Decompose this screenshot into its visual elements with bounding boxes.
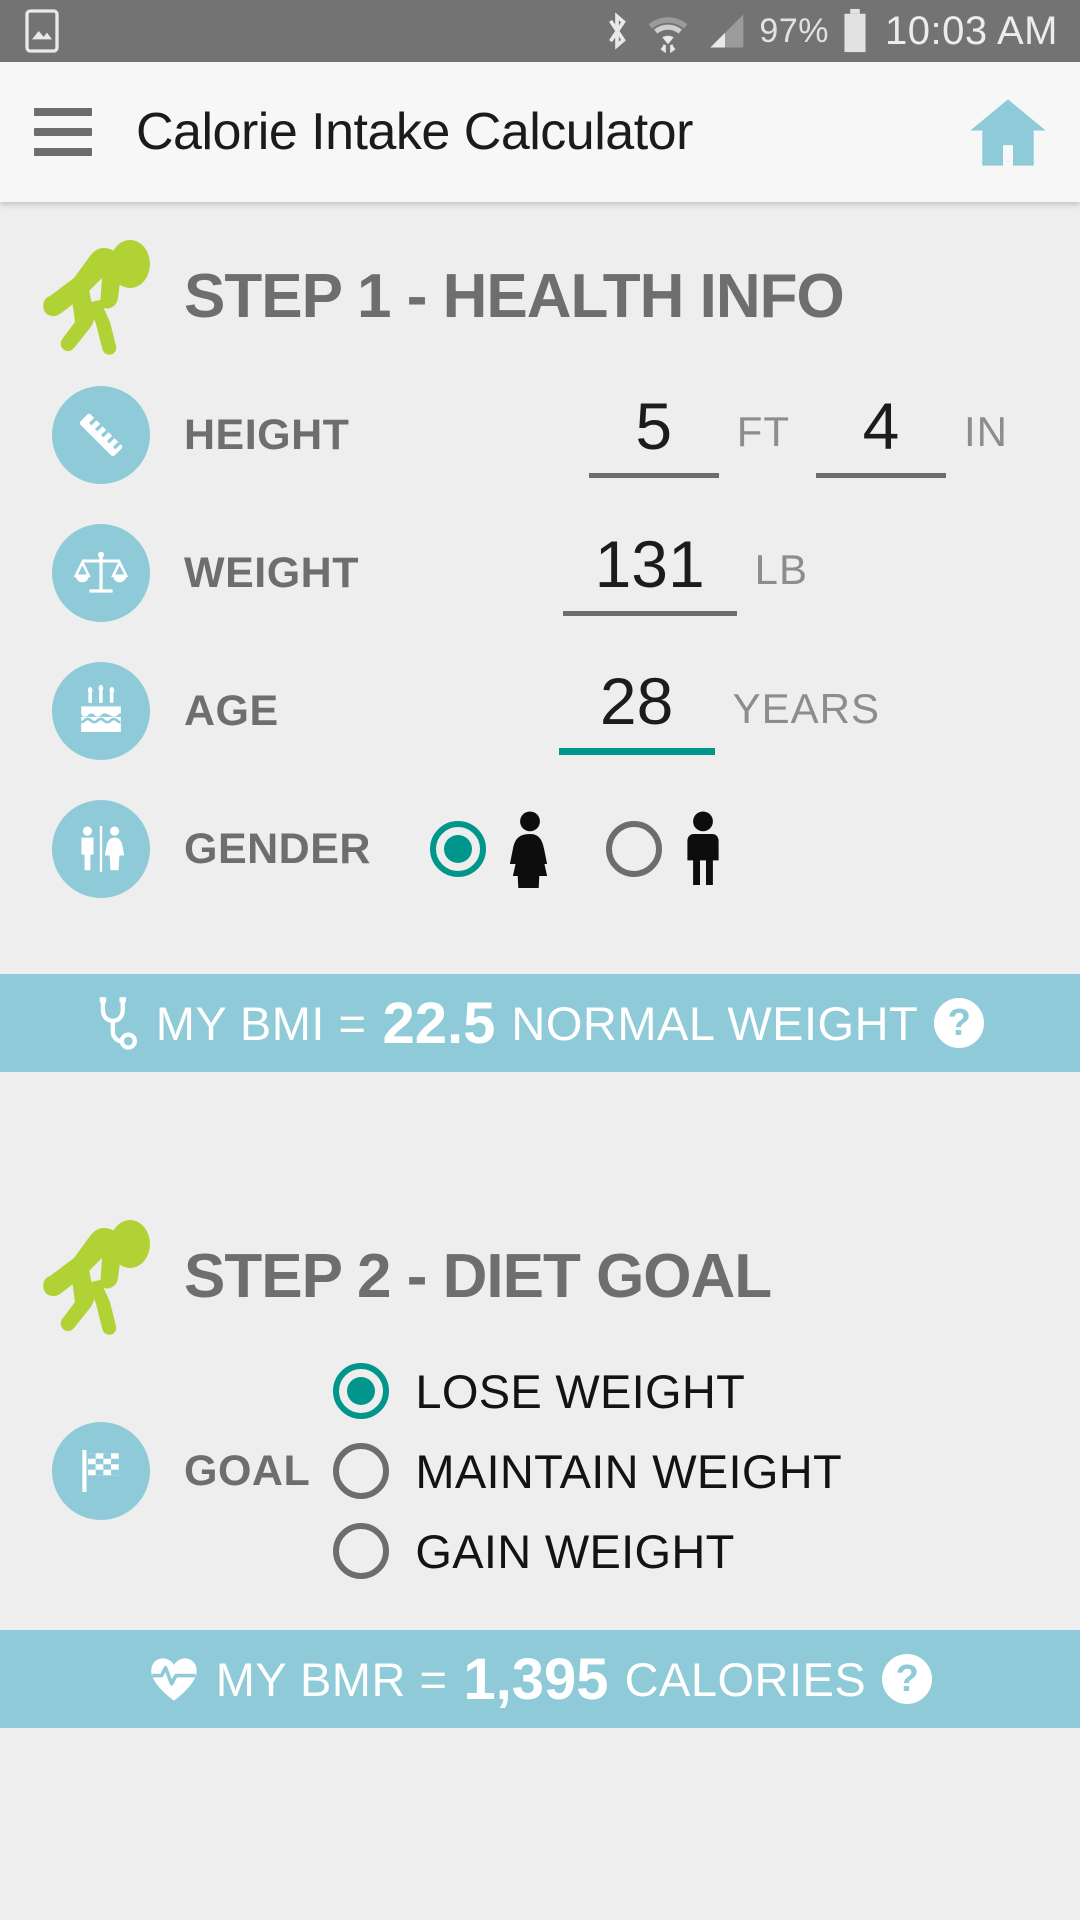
bmi-help-icon[interactable]: ? xyxy=(934,998,985,1048)
weight-input[interactable]: 131 xyxy=(562,526,737,616)
step1-title: STEP 1 - HEALTH INFO xyxy=(184,261,845,331)
bmi-prefix: MY BMI = xyxy=(155,996,367,1050)
heart-pulse-icon xyxy=(148,1654,200,1704)
hamburger-line xyxy=(34,108,92,116)
goal-row: GOAL LOSE WEIGHT MAINTAIN WEIGHT GAIN WE… xyxy=(0,1346,1080,1596)
step2-header: STEP 2 - DIET GOAL xyxy=(0,1182,1080,1346)
green-runner-icon xyxy=(16,1216,168,1336)
cellular-signal-icon xyxy=(703,9,747,53)
stethoscope-icon xyxy=(96,995,140,1051)
hamburger-line xyxy=(34,148,92,156)
bmi-category: NORMAL WEIGHT xyxy=(511,996,919,1050)
gender-row: GENDER xyxy=(0,780,1080,918)
height-inches-input[interactable]: 4 xyxy=(816,393,946,478)
goal-gain-radio[interactable] xyxy=(333,1523,390,1579)
age-fields: 28 YEARS xyxy=(558,663,880,755)
age-value: 28 xyxy=(599,663,674,738)
status-bar: 97% 10:03 AM xyxy=(0,0,1080,62)
hamburger-line xyxy=(34,128,92,136)
weight-row: WEIGHT 131 LB xyxy=(0,504,1080,642)
bmr-prefix: MY BMR = xyxy=(215,1652,448,1706)
age-unit: YEARS xyxy=(732,684,880,732)
bmr-unit: CALORIES xyxy=(624,1652,867,1706)
goal-option-maintain[interactable]: MAINTAIN WEIGHT xyxy=(333,1443,842,1499)
app-bar: Calorie Intake Calculator xyxy=(0,62,1080,202)
status-bar-left xyxy=(22,9,62,53)
bmr-help-icon[interactable]: ? xyxy=(882,1654,933,1704)
gender-options xyxy=(430,810,728,888)
gender-option-male[interactable] xyxy=(606,810,728,888)
gender-label: GENDER xyxy=(184,824,371,873)
goal-maintain-radio[interactable] xyxy=(333,1443,390,1499)
step1-header: STEP 1 - HEALTH INFO xyxy=(0,202,1080,366)
height-inches-value: 4 xyxy=(862,388,900,463)
bluetooth-icon xyxy=(601,9,633,53)
goal-lose-label: LOSE WEIGHT xyxy=(415,1364,746,1418)
goal-gain-label: GAIN WEIGHT xyxy=(415,1524,735,1578)
gender-male-radio[interactable] xyxy=(606,821,662,877)
female-figure-icon xyxy=(502,810,558,888)
bmr-banner: MY BMR = 1,395 CALORIES ? xyxy=(0,1630,1080,1728)
height-inches-unit: IN xyxy=(964,407,1008,455)
green-runner-icon xyxy=(16,236,168,356)
age-input[interactable]: 28 xyxy=(558,663,715,755)
height-fields: 5 FT 4 IN xyxy=(588,388,1008,478)
ruler-icon xyxy=(52,386,150,484)
gender-female-radio[interactable] xyxy=(430,821,486,877)
status-bar-right: 97% 10:03 AM xyxy=(601,8,1058,54)
balance-scale-icon xyxy=(52,524,150,622)
height-inches-underline xyxy=(816,472,946,478)
age-label: AGE xyxy=(184,686,279,735)
weight-underline xyxy=(562,610,737,616)
age-row: AGE 28 YEARS xyxy=(0,642,1080,780)
goal-options: LOSE WEIGHT MAINTAIN WEIGHT GAIN WEIGHT xyxy=(333,1363,842,1579)
weight-unit: LB xyxy=(754,545,808,593)
weight-fields: 131 LB xyxy=(562,526,808,616)
bmi-banner: MY BMI = 22.5 NORMAL WEIGHT ? xyxy=(0,974,1080,1072)
weight-label: WEIGHT xyxy=(184,548,359,597)
goal-maintain-label: MAINTAIN WEIGHT xyxy=(415,1444,842,1498)
goal-option-lose[interactable]: LOSE WEIGHT xyxy=(333,1363,842,1419)
page-title: Calorie Intake Calculator xyxy=(136,103,693,161)
restroom-gender-icon xyxy=(52,800,150,898)
goal-option-gain[interactable]: GAIN WEIGHT xyxy=(333,1523,842,1579)
height-feet-unit: FT xyxy=(736,407,790,455)
main-content: STEP 1 - HEALTH INFO HEIGHT 5 FT 4 IN WE… xyxy=(0,202,1080,1728)
age-underline-focused xyxy=(558,747,715,755)
app-screen: 97% 10:03 AM Calorie Intake Calculator S… xyxy=(0,0,1080,1920)
height-feet-value: 5 xyxy=(635,388,673,463)
goal-label: GOAL xyxy=(184,1446,311,1495)
height-feet-input[interactable]: 5 xyxy=(588,388,719,478)
goal-lose-radio[interactable] xyxy=(333,1363,390,1419)
weight-value: 131 xyxy=(594,526,705,601)
battery-percent-label: 97% xyxy=(759,11,829,50)
height-label: HEIGHT xyxy=(184,410,350,459)
battery-icon xyxy=(841,8,869,54)
height-row: HEIGHT 5 FT 4 IN xyxy=(0,366,1080,504)
clock-label: 10:03 AM xyxy=(884,8,1058,53)
male-figure-icon xyxy=(678,810,728,888)
hamburger-menu-icon[interactable] xyxy=(34,108,92,156)
birthday-cake-icon xyxy=(52,662,150,760)
checkered-flag-icon xyxy=(52,1422,150,1520)
bmi-value: 22.5 xyxy=(382,990,496,1056)
home-icon[interactable] xyxy=(970,96,1046,168)
bmr-value: 1,395 xyxy=(463,1646,609,1712)
gender-option-female[interactable] xyxy=(430,810,558,888)
screenshot-icon xyxy=(22,9,62,53)
step2-title: STEP 2 - DIET GOAL xyxy=(184,1241,772,1311)
wifi-icon xyxy=(645,9,691,53)
height-feet-underline xyxy=(588,472,719,478)
